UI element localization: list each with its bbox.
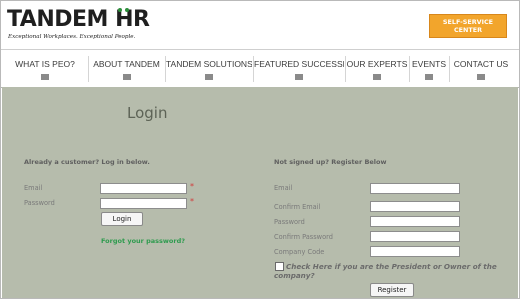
nav-item-label: WHAT IS PEO? — [15, 59, 75, 69]
self-service-center-button[interactable]: SELF-SERVICE CENTER — [429, 14, 507, 38]
nav-item-tandem-solutions[interactable]: TANDEM SOLUTIONS — [166, 50, 252, 87]
register-confirm-password-label: Confirm Password — [274, 233, 333, 241]
nav-marker-icon — [205, 74, 213, 80]
login-button[interactable]: Login — [101, 212, 143, 226]
register-confirm-email-label: Confirm Email — [274, 203, 321, 211]
nav-item-label: FEATURED SUCCESSES — [254, 59, 344, 69]
login-password-input[interactable] — [100, 198, 187, 209]
logo-m: M — [86, 7, 109, 32]
nav-item-label: OUR EXPERTS — [346, 59, 408, 69]
nav-item-label: TANDEM SOLUTIONS — [166, 59, 252, 69]
nav-marker-icon — [295, 74, 303, 80]
login-email-input[interactable] — [100, 183, 187, 194]
login-heading: Already a customer? Log in below. — [24, 158, 150, 166]
page-frame: TANDEM HR Exceptional Workplaces. Except… — [0, 0, 520, 299]
register-heading: Not signed up? Register Below — [274, 158, 387, 166]
nav-marker-icon — [41, 74, 49, 80]
president-owner-label: Check Here if you are the President or O… — [274, 262, 497, 280]
nav-marker-icon — [373, 74, 381, 80]
tandem-hr-logo[interactable]: TANDEM HR Exceptional Workplaces. Except… — [7, 8, 177, 42]
nav-marker-icon — [425, 74, 433, 80]
nav-item-events[interactable]: EVENTS — [410, 50, 448, 87]
nav-item-about-tandem[interactable]: ABOUT TANDEM — [89, 50, 164, 87]
required-marker: * — [190, 182, 194, 191]
login-content-area: Login Already a customer? Log in below. … — [2, 87, 518, 298]
required-marker: * — [190, 197, 194, 206]
register-email-label: Email — [274, 184, 293, 192]
logo-tagline: Exceptional Workplaces. Exceptional Peop… — [8, 34, 136, 40]
nav-marker-icon — [477, 74, 485, 80]
site-header: TANDEM HR Exceptional Workplaces. Except… — [1, 1, 519, 47]
nav-item-our-experts[interactable]: OUR EXPERTS — [346, 50, 408, 87]
logo-prefix: TANDE — [7, 7, 87, 32]
forgot-password-link[interactable]: Forgot your password? — [101, 237, 185, 245]
nav-item-label: ABOUT TANDEM — [93, 59, 160, 69]
register-confirm-password-input[interactable] — [370, 231, 460, 242]
nav-item-what-is-peo[interactable]: WHAT IS PEO? — [3, 50, 87, 87]
login-email-label: Email — [24, 184, 43, 192]
nav-marker-icon — [122, 74, 131, 80]
register-password-input[interactable] — [370, 216, 460, 227]
self-service-line1: SELF-SERVICE — [442, 18, 494, 26]
login-password-label: Password — [24, 199, 55, 207]
nav-item-label: EVENTS — [411, 59, 446, 69]
self-service-line2: CENTER — [453, 26, 483, 34]
nav-item-label: CONTACT US — [453, 59, 509, 69]
register-password-label: Password — [274, 218, 305, 226]
register-company-code-label: Company Code — [274, 248, 325, 256]
register-company-code-input[interactable] — [370, 246, 460, 257]
register-button[interactable]: Register — [370, 283, 414, 297]
logo-dots-icon — [116, 8, 134, 13]
page-title: Login — [127, 104, 168, 122]
register-confirm-email-input[interactable] — [370, 201, 460, 212]
nav-item-featured-successes[interactable]: FEATURED SUCCESSES — [254, 50, 344, 87]
main-nav: WHAT IS PEO? ABOUT TANDEM TANDEM SOLUTIO… — [1, 49, 519, 88]
register-email-input[interactable] — [370, 183, 460, 194]
nav-item-contact-us[interactable]: CONTACT US — [450, 50, 512, 87]
